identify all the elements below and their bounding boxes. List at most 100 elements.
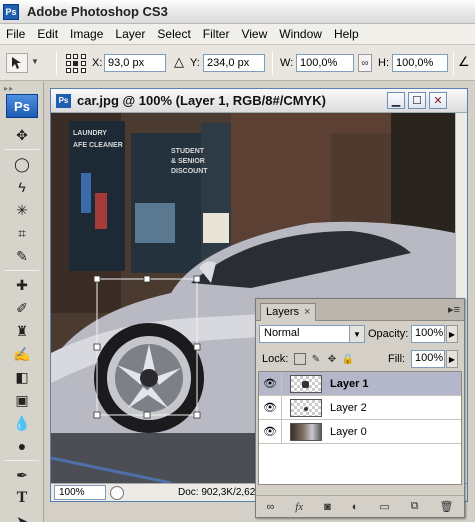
options-divider	[56, 51, 57, 75]
w-label: W:	[280, 57, 294, 69]
menu-layer[interactable]: Layer	[109, 27, 151, 41]
toolbox-divider	[4, 460, 39, 461]
history-brush-icon[interactable]: ✍	[7, 343, 37, 365]
layer-thumbnail	[290, 374, 322, 393]
clone-stamp-icon[interactable]: ♜	[7, 320, 37, 342]
path-selection-icon[interactable]: ➤	[7, 510, 37, 522]
gradient-icon[interactable]: ▣	[7, 389, 37, 411]
menu-window[interactable]: Window	[273, 27, 328, 41]
eye-icon[interactable]: 👁	[261, 423, 279, 441]
tool-preset-dropdown-icon[interactable]: ▼	[31, 57, 39, 66]
storefront-text: & SENIOR	[171, 158, 205, 165]
layer-row[interactable]: 👁 Layer 0	[259, 419, 461, 444]
eye-icon[interactable]: 👁	[261, 399, 279, 417]
link-layers-icon[interactable]: ∞	[266, 501, 274, 513]
opacity-field[interactable]: 100%	[411, 325, 445, 343]
pen-icon[interactable]: ✒	[7, 464, 37, 486]
blend-mode-select[interactable]: Normal ▼	[259, 325, 365, 343]
zoom-level-field[interactable]: 100%	[54, 485, 106, 500]
menu-file[interactable]: File	[0, 27, 31, 41]
dodge-icon[interactable]: ●	[7, 435, 37, 457]
layer-row[interactable]: 👁 Layer 1	[259, 371, 461, 396]
minimize-button[interactable]: ▁	[387, 92, 405, 109]
blur-icon[interactable]: 💧	[7, 412, 37, 434]
lock-all-icon[interactable]: 🔒	[342, 353, 354, 365]
eyedropper-icon[interactable]: ✎	[7, 245, 37, 267]
options-bar: ▼ X: △ Y: W: ∞ H: ∠	[0, 45, 475, 81]
menu-image[interactable]: Image	[64, 27, 109, 41]
layer-name: Layer 1	[330, 377, 369, 390]
x-position-field[interactable]	[104, 54, 166, 72]
new-group-icon[interactable]: ▭	[379, 500, 389, 513]
magic-wand-icon[interactable]: ✳	[7, 199, 37, 221]
new-layer-icon[interactable]: ⧉	[411, 500, 419, 513]
delta-icon: △	[174, 54, 184, 69]
row-divider	[281, 371, 282, 396]
app-titlebar: Ps Adobe Photoshop CS3	[0, 0, 475, 24]
menu-filter[interactable]: Filter	[197, 27, 236, 41]
lock-position-icon[interactable]: ✥	[326, 353, 338, 365]
storefront-text: AFE CLEANER	[73, 142, 123, 149]
type-icon[interactable]: T	[7, 487, 37, 509]
move-tool-icon[interactable]: ✥	[7, 124, 37, 146]
document-ps-icon: Ps	[56, 93, 71, 108]
menu-edit[interactable]: Edit	[31, 27, 64, 41]
lock-transparent-icon[interactable]	[294, 353, 306, 365]
lasso-icon[interactable]: ϟ	[7, 176, 37, 198]
tab-layers[interactable]: Layers ×	[260, 303, 317, 321]
fill-arrow-icon[interactable]: ▶	[446, 350, 458, 368]
storefront-text: LAUNDRY	[73, 130, 107, 137]
height-field[interactable]	[392, 54, 448, 72]
document-titlebar[interactable]: Ps car.jpg @ 100% (Layer 1, RGB/8#/CMYK)…	[51, 89, 467, 113]
document-size-info: Doc: 902,3K/2,62M	[178, 487, 264, 498]
lock-image-icon[interactable]: ✎	[310, 353, 322, 365]
link-icon[interactable]: ∞	[358, 54, 372, 72]
storefront-text: DISCOUNT	[171, 168, 208, 175]
menu-select[interactable]: Select	[151, 27, 196, 41]
layer-thumbnail	[290, 422, 322, 441]
status-menu-icon[interactable]	[110, 485, 124, 500]
photoshop-logo[interactable]: Ps	[6, 94, 38, 118]
lock-label: Lock:	[262, 353, 289, 365]
menu-bar: File Edit Image Layer Select Filter View…	[0, 24, 475, 45]
eye-icon[interactable]: 👁	[261, 375, 279, 393]
maximize-button[interactable]: ☐	[408, 92, 426, 109]
tab-layers-label: Layers	[266, 306, 300, 318]
opacity-label: Opacity:	[368, 328, 409, 340]
trash-icon[interactable]: 🗑	[439, 500, 453, 513]
toolbox: ▸▸ Ps ✥ ◯ ϟ ✳ ⌗ ✎ ✚ ✐ ♜ ✍ ◧ ▣ 💧 ● ✒ T ➤	[0, 82, 44, 522]
layer-name: Layer 0	[330, 425, 367, 438]
reference-point-icon[interactable]	[66, 54, 86, 73]
opacity-arrow-icon[interactable]: ▶	[446, 325, 458, 343]
tool-preset-button[interactable]	[6, 53, 28, 73]
brush-icon[interactable]: ✐	[7, 297, 37, 319]
layer-style-icon[interactable]: fx	[295, 501, 303, 513]
menu-help[interactable]: Help	[328, 27, 365, 41]
fill-field[interactable]: 100%	[411, 350, 445, 368]
healing-brush-icon[interactable]: ✚	[7, 274, 37, 296]
row-divider	[281, 395, 282, 420]
close-button[interactable]: ✕	[429, 92, 447, 109]
width-field[interactable]	[296, 54, 354, 72]
layers-panel-tabbar[interactable]: Layers × ▸≡	[256, 299, 464, 321]
crop-icon[interactable]: ⌗	[7, 222, 37, 244]
document-title: car.jpg @ 100% (Layer 1, RGB/8#/CMYK)	[77, 93, 326, 108]
options-divider	[453, 51, 454, 75]
h-label: H:	[378, 57, 389, 69]
storefront-text: STUDENT	[171, 148, 205, 155]
layer-thumbnail	[290, 398, 322, 417]
eraser-icon[interactable]: ◧	[7, 366, 37, 388]
row-divider	[281, 419, 282, 444]
chevron-down-icon: ▼	[349, 326, 364, 342]
layer-row[interactable]: 👁 Layer 2	[259, 395, 461, 420]
menu-view[interactable]: View	[235, 27, 273, 41]
rotate-icon[interactable]: ∠	[458, 54, 470, 70]
fill-label: Fill:	[388, 353, 406, 365]
adjustment-layer-icon[interactable]: ◐	[352, 501, 359, 513]
toolbox-grip-icon[interactable]: ▸▸	[4, 84, 39, 93]
close-tab-icon[interactable]: ×	[304, 306, 310, 318]
layer-mask-icon[interactable]: ◙	[324, 501, 331, 513]
y-position-field[interactable]	[203, 54, 265, 72]
panel-menu-icon[interactable]: ▸≡	[448, 303, 460, 316]
elliptical-marquee-icon[interactable]: ◯	[7, 153, 37, 175]
